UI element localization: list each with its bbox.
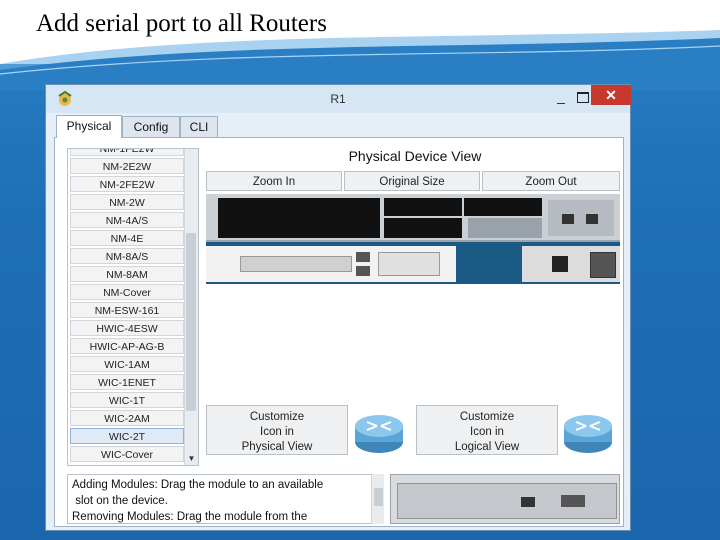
scroll-thumb[interactable] <box>374 488 383 506</box>
module-list[interactable]: NM-1FE2W NM-2E2W NM-2FE2W NM-2W NM-4A/S … <box>67 148 199 466</box>
help-line: Removing Modules: Drag the module from t… <box>72 511 308 523</box>
router-front-panel <box>206 246 456 282</box>
router-config-window: R1 _ ✕ Physical Config CLI NM-1FE2W NM-2… <box>45 84 631 531</box>
wic-slot[interactable] <box>464 198 542 216</box>
module-list-scrollbar[interactable]: ▼ <box>184 149 198 465</box>
title-swoosh <box>0 30 720 90</box>
maximize-icon <box>577 92 589 103</box>
slide-title: Add serial port to all Routers <box>36 10 327 37</box>
list-item[interactable]: HWIC-4ESW <box>70 320 184 336</box>
router-icon <box>355 415 403 453</box>
customize-label: Icon in <box>260 426 294 438</box>
customize-physical-icon-button[interactable]: Customize Icon in Physical View <box>206 405 348 455</box>
customize-label: Physical View <box>241 441 313 453</box>
list-item[interactable]: WIC-1AM <box>70 356 184 372</box>
customize-label: Customize <box>249 411 305 423</box>
zoom-out-button[interactable]: Zoom Out <box>482 171 620 191</box>
router-icon <box>564 415 612 453</box>
list-item[interactable]: WIC-Cover <box>70 446 184 462</box>
list-item[interactable]: NM-2E2W <box>70 158 184 174</box>
window-title: R1 <box>330 92 346 106</box>
tab-physical[interactable]: Physical <box>56 115 122 138</box>
maximize-button[interactable] <box>573 88 593 106</box>
list-item[interactable]: HWIC-AP-AG-B <box>70 338 184 354</box>
router-device-view[interactable] <box>206 194 620 402</box>
chevron-down-icon[interactable]: ▼ <box>186 453 197 464</box>
power-switch[interactable] <box>552 256 568 272</box>
physical-device-view-title: Physical Device View <box>348 148 482 164</box>
list-item[interactable]: NM-8AM <box>70 266 184 282</box>
list-item[interactable]: WIC-2AM <box>70 410 184 426</box>
module-help-text: Adding Modules: Drag the module to an av… <box>67 474 384 524</box>
ethernet-ports <box>548 200 614 236</box>
list-item[interactable]: WIC-1T <box>70 392 184 408</box>
window-titlebar[interactable]: R1 _ ✕ <box>46 85 631 113</box>
wic-slot[interactable] <box>384 198 462 216</box>
module-preview-image <box>390 474 620 524</box>
customize-label: Logical View <box>454 441 520 453</box>
list-item[interactable]: WIC-1ENET <box>70 374 184 390</box>
list-item-selected[interactable]: WIC-2T <box>70 428 184 444</box>
help-line: slot on the device. <box>72 495 168 507</box>
list-item[interactable]: NM-4A/S <box>70 212 184 228</box>
physical-tab-content: NM-1FE2W NM-2E2W NM-2FE2W NM-2W NM-4A/S … <box>54 137 624 527</box>
network-module-slot[interactable] <box>218 198 380 238</box>
wic-slot[interactable] <box>384 218 462 238</box>
customize-label: Icon in <box>470 426 504 438</box>
tab-cli[interactable]: CLI <box>180 116 218 137</box>
minimize-button[interactable]: _ <box>551 88 571 106</box>
close-button[interactable]: ✕ <box>591 85 631 105</box>
power-socket <box>590 252 616 278</box>
zoom-in-button[interactable]: Zoom In <box>206 171 342 191</box>
list-item[interactable]: NM-8A/S <box>70 248 184 264</box>
customize-logical-icon-button[interactable]: Customize Icon in Logical View <box>416 405 558 455</box>
wic-module <box>468 218 542 238</box>
list-item[interactable]: NM-4E <box>70 230 184 246</box>
list-item[interactable]: NM-1FE2W <box>70 149 184 156</box>
slide-background: Add serial port to all Routers R1 _ ✕ Ph… <box>0 0 720 540</box>
customize-label: Customize <box>459 411 515 423</box>
list-item[interactable]: NM-Cover <box>70 284 184 300</box>
help-line: Adding Modules: Drag the module to an av… <box>72 479 324 491</box>
scroll-thumb[interactable] <box>186 233 196 411</box>
help-scrollbar[interactable] <box>371 474 384 524</box>
list-item[interactable]: NM-2W <box>70 194 184 210</box>
list-item[interactable]: NM-2FE2W <box>70 176 184 192</box>
original-size-button[interactable]: Original Size <box>344 171 480 191</box>
list-item[interactable]: NM-ESW-161 <box>70 302 184 318</box>
tab-config[interactable]: Config <box>122 116 180 137</box>
